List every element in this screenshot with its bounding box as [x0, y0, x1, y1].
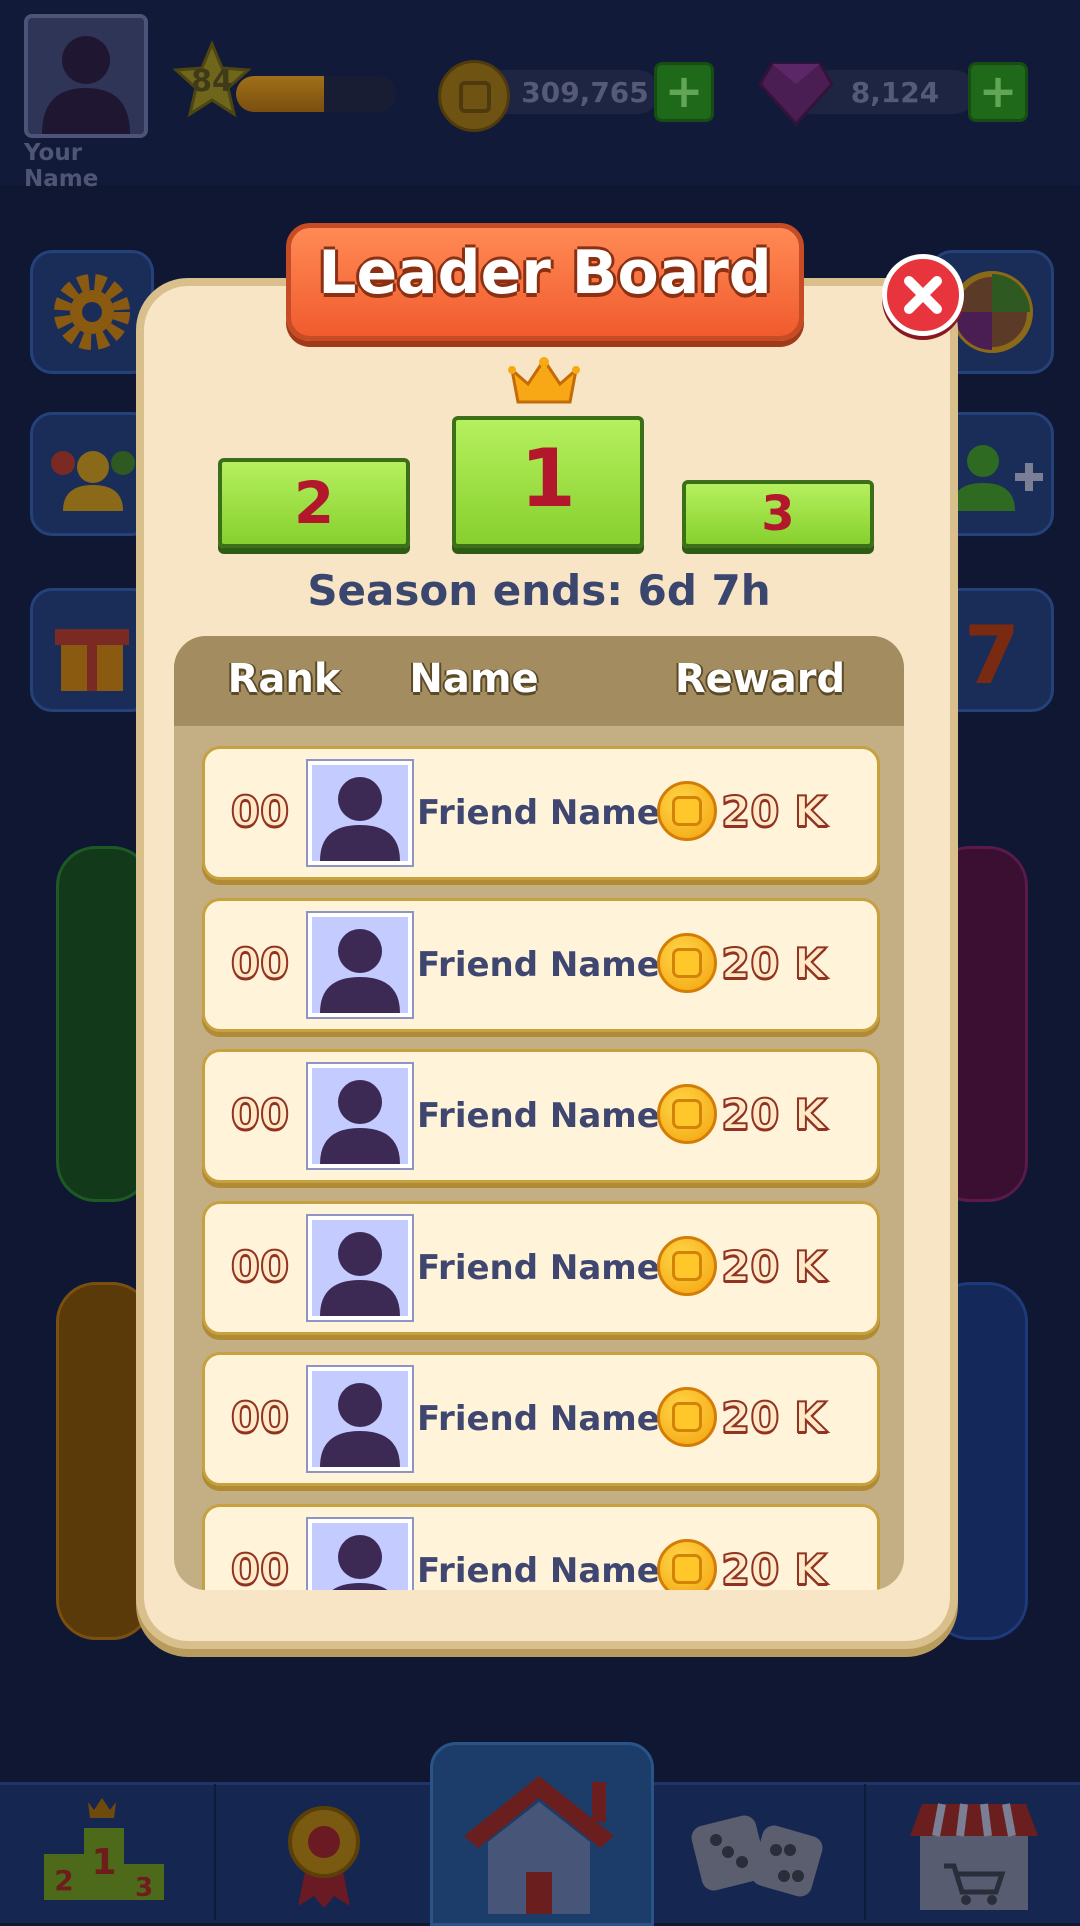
coin-icon [657, 1084, 717, 1144]
friends-group-icon [51, 451, 135, 511]
close-button[interactable] [882, 254, 964, 336]
gem-balance: 8,124 [850, 76, 940, 109]
coin-icon [657, 932, 717, 993]
row-reward: 20 K [720, 938, 828, 989]
friend-avatar [308, 761, 412, 865]
user-silhouette-icon [320, 1080, 400, 1164]
row-reward: 20 K [720, 786, 828, 837]
gear-icon [54, 274, 130, 350]
coin-icon [657, 1235, 717, 1296]
player-avatar[interactable] [24, 14, 148, 138]
leaderboard-list[interactable]: Rank Name Reward 00 Friend Name 20 K 00 Frie… [174, 636, 904, 1590]
header-reward: Reward [674, 656, 846, 702]
coin-icon [657, 1538, 717, 1590]
svg-text:1: 1 [91, 1842, 116, 1883]
season-countdown: Season ends: 6d 7h [307, 566, 771, 615]
table-row[interactable]: 00 Friend Name 20 K [202, 1352, 880, 1486]
user-silhouette-icon [42, 36, 130, 134]
player-level: 84 [191, 64, 233, 99]
dice-icon [691, 1815, 823, 1897]
player-name: Your Name [24, 140, 99, 192]
row-rank: 00 [230, 1392, 290, 1443]
friend-avatar [308, 912, 412, 1017]
friend-name: Friend Name [417, 793, 660, 833]
table-row[interactable]: 00 Friend Name 20 K [202, 746, 880, 880]
friend-name: Friend Name [417, 1096, 660, 1136]
user-silhouette-icon [320, 1231, 400, 1316]
user-silhouette-icon [320, 928, 400, 1013]
user-silhouette-icon [320, 1383, 400, 1467]
header-rank: Rank [227, 656, 341, 702]
xp-bar [236, 76, 396, 112]
header-name: Name [409, 656, 539, 702]
user-silhouette-icon [320, 777, 400, 861]
table-row[interactable]: 00 Friend Name 20 K [202, 1503, 880, 1591]
row-reward: 20 K [720, 1089, 828, 1140]
friend-avatar [308, 1215, 412, 1320]
friend-avatar [308, 1518, 412, 1590]
friend-name: Friend Name [417, 1550, 660, 1591]
award-medal-icon [288, 1806, 360, 1908]
row-rank: 00 [230, 786, 290, 837]
add-gems-button[interactable]: + [968, 62, 1028, 122]
shop-icon [910, 1803, 1038, 1910]
row-reward: 20 K [720, 1392, 828, 1443]
row-rank: 00 [230, 938, 290, 989]
friend-avatar [308, 1064, 412, 1168]
leaderboard-podium-icon: 2 1 3 [44, 1798, 164, 1903]
table-row[interactable]: 00 Friend Name 20 K [202, 1049, 880, 1183]
gift-icon [55, 629, 129, 691]
podium-third: 3 [682, 480, 874, 548]
row-rank: 00 [230, 1544, 290, 1591]
nav-leaderboard[interactable]: 2 1 3 [30, 1792, 180, 1912]
coin-icon [657, 781, 717, 841]
close-icon [904, 276, 942, 314]
svg-text:2: 2 [54, 1864, 73, 1897]
home-icon [464, 1776, 614, 1914]
coin-icon [657, 1387, 717, 1447]
nav-shop[interactable] [904, 1796, 1044, 1912]
svg-text:3: 3 [135, 1873, 153, 1903]
add-coins-button[interactable]: + [654, 62, 714, 122]
friend-name: Friend Name [417, 1247, 660, 1288]
friend-name: Friend Name [417, 1399, 660, 1439]
nav-home-icon-wrap [454, 1768, 624, 1918]
row-rank: 00 [230, 1241, 290, 1292]
nav-awards[interactable] [264, 1792, 384, 1912]
crown-icon [508, 357, 580, 404]
table-row[interactable]: 00 Friend Name 20 K [202, 897, 880, 1032]
friend-avatar [308, 1367, 412, 1471]
nav-play[interactable] [690, 1800, 830, 1910]
row-reward: 20 K [720, 1241, 828, 1292]
table-row[interactable]: 00 Friend Name 20 K [202, 1200, 880, 1335]
user-silhouette-icon [331, 1534, 389, 1590]
podium-second: 2 [218, 458, 410, 548]
leaderboard-title: Leader Board [318, 238, 772, 308]
podium-first: 1 [452, 416, 644, 548]
row-rank: 00 [230, 1089, 290, 1140]
row-reward: 20 K [720, 1544, 828, 1591]
coin-balance: 309,765 [521, 76, 649, 109]
friend-name: Friend Name [417, 944, 660, 985]
svg-text:7: 7 [964, 609, 1020, 702]
